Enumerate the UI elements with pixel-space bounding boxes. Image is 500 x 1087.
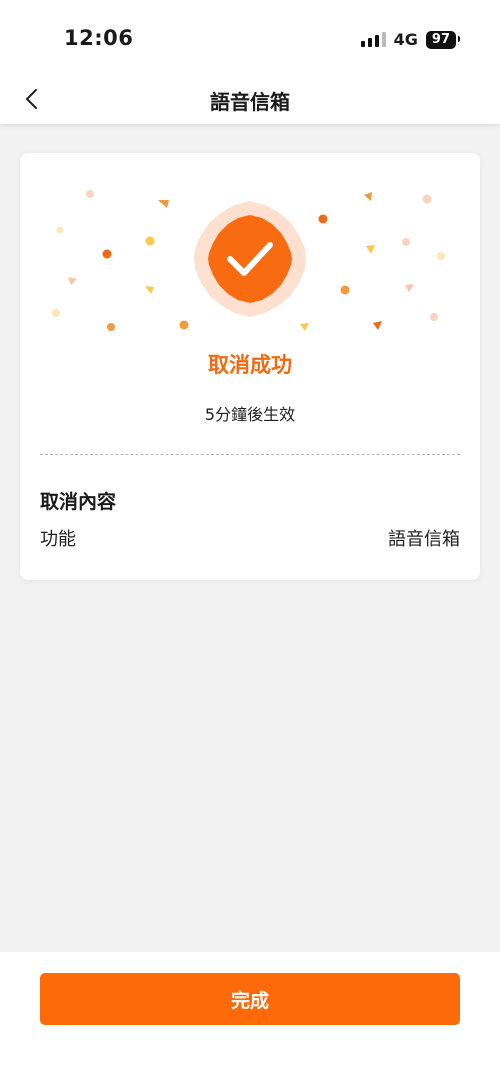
bottom-bar: 完成 (0, 952, 500, 1087)
result-card: 取消成功 5分鐘後生效 取消內容 功能 語音信箱 (20, 153, 480, 580)
status-time: 12:06 (64, 26, 134, 50)
done-button[interactable]: 完成 (40, 973, 460, 1025)
nav-bar: 語音信箱 (0, 76, 500, 124)
status-bar: 12:06 4G 97 (0, 0, 500, 76)
signal-icon (360, 32, 386, 47)
status-indicators: 4G 97 (360, 30, 461, 49)
checkmark-badge-icon (194, 201, 306, 317)
feature-label: 功能 (40, 529, 76, 550)
network-type: 4G (393, 30, 418, 49)
battery-icon: 97 (425, 30, 461, 49)
cancel-content-title: 取消內容 (40, 491, 117, 513)
page-title: 語音信箱 (210, 90, 290, 114)
dashed-divider (40, 454, 460, 455)
feature-value: 語音信箱 (388, 529, 460, 550)
success-title: 取消成功 (208, 353, 292, 377)
success-subtitle: 5分鐘後生效 (204, 405, 296, 424)
